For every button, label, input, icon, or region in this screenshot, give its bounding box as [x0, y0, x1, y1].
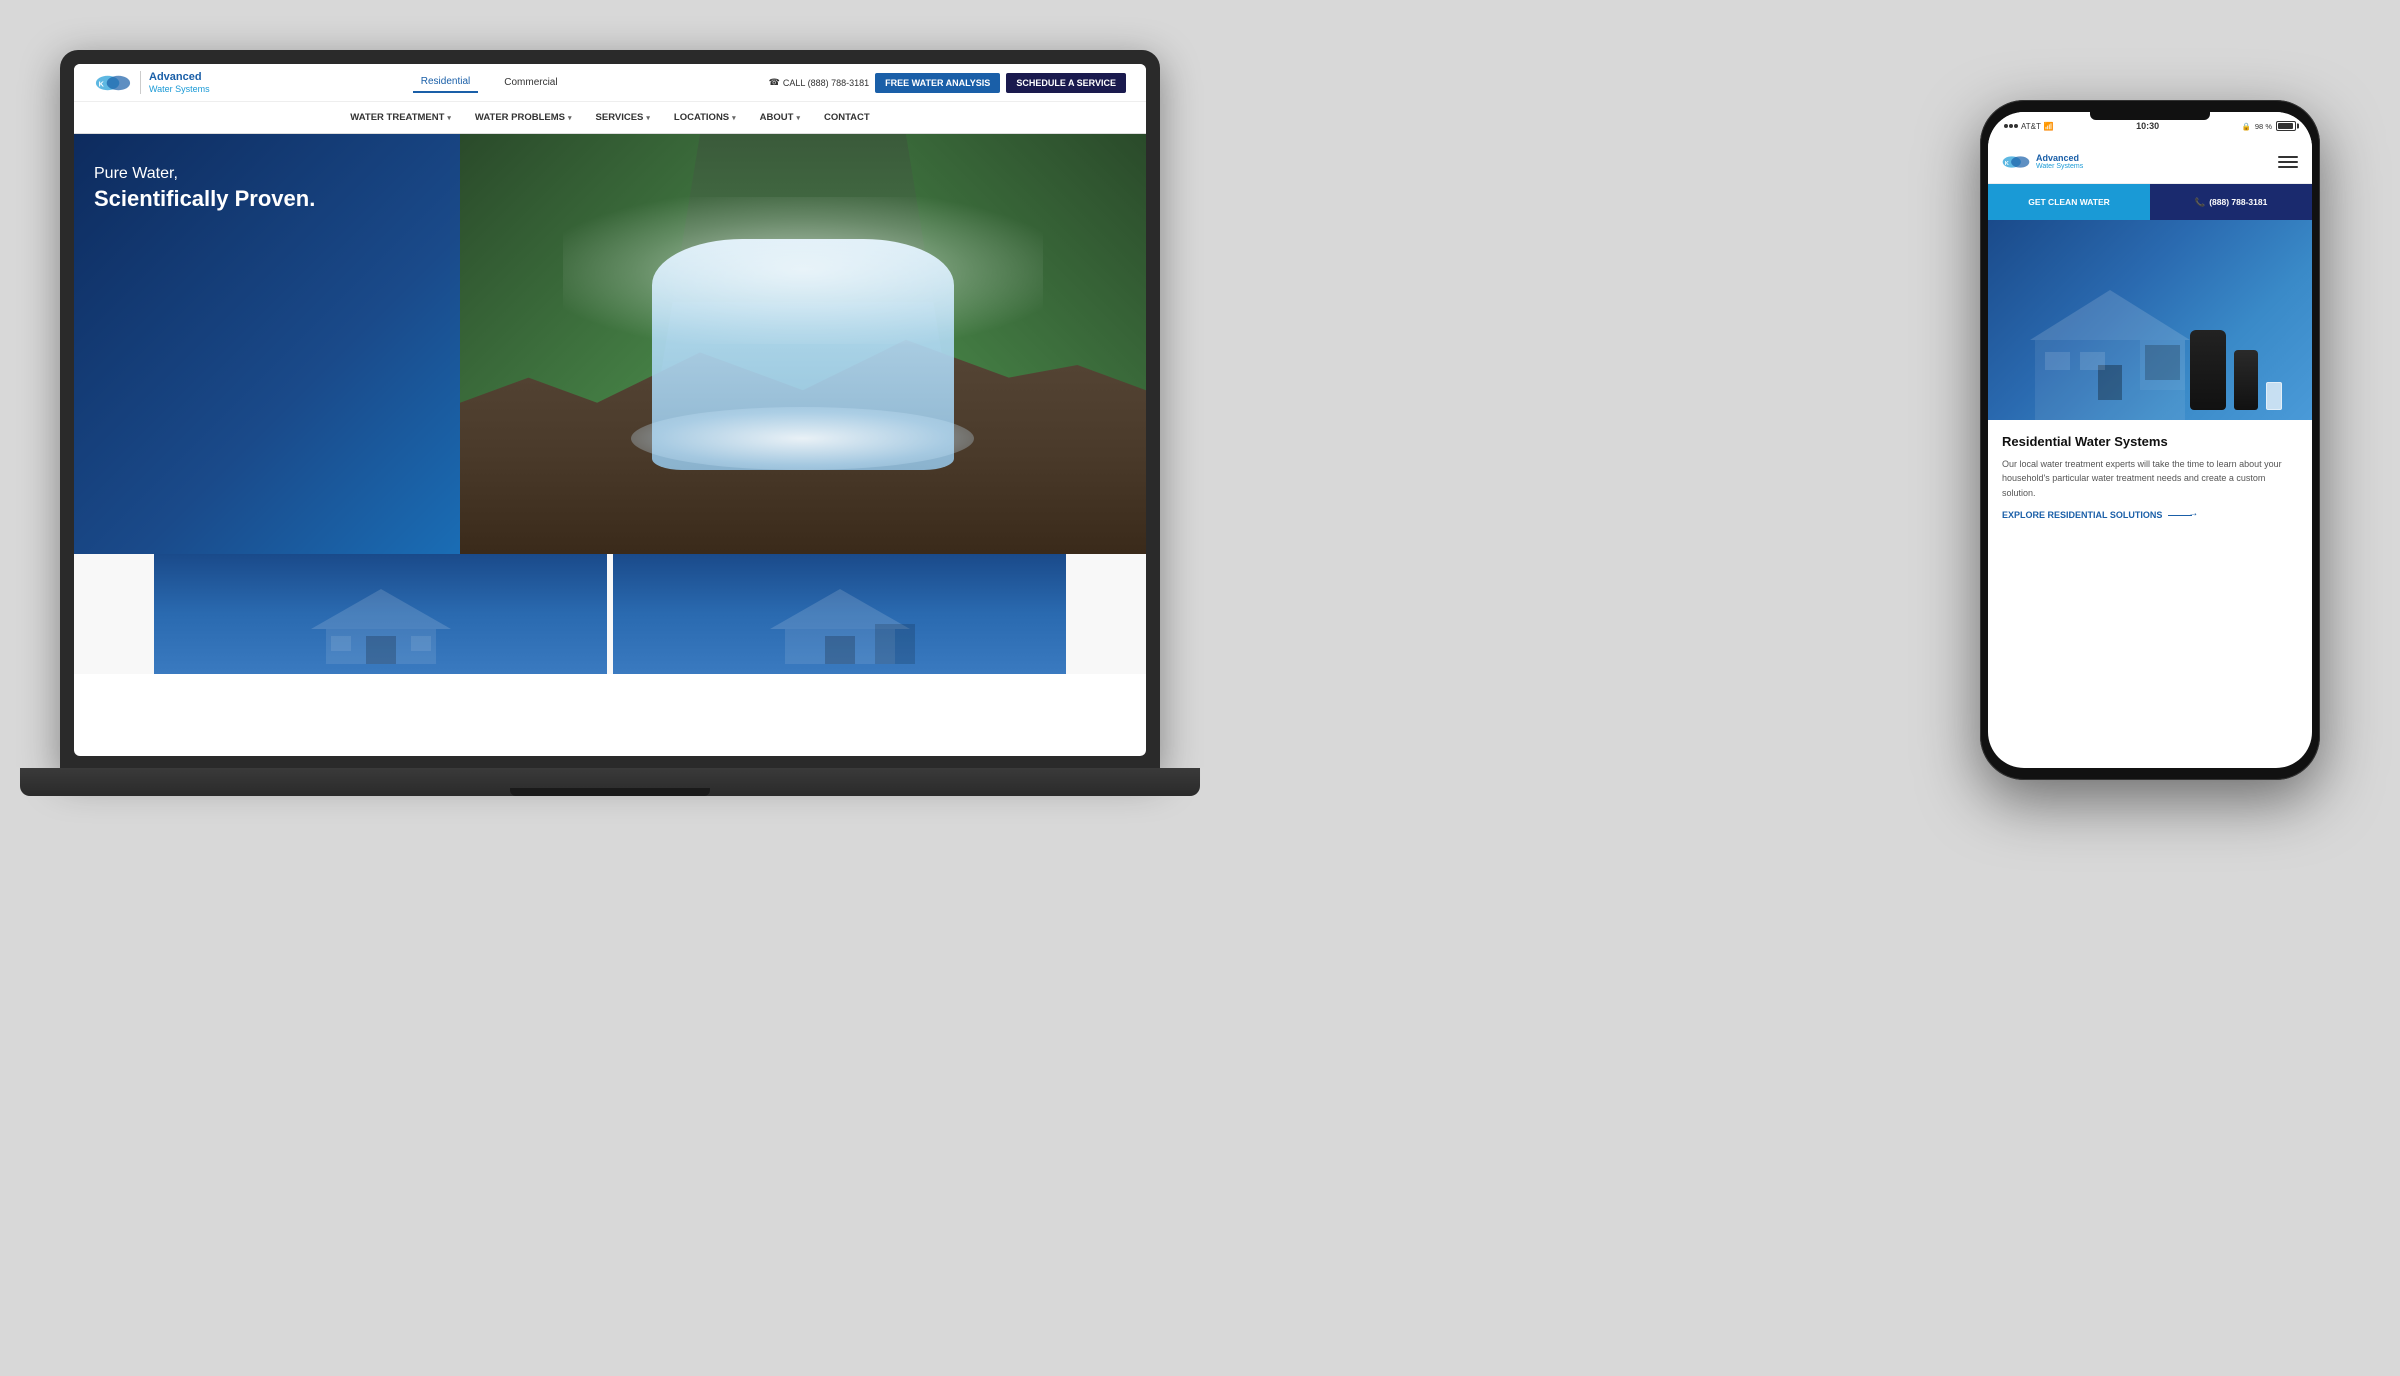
battery-fill: [2278, 123, 2293, 129]
nav-water-treatment[interactable]: WATER TREATMENT ▾: [350, 112, 451, 123]
nav-services[interactable]: SERVICES ▾: [596, 112, 650, 123]
phone-icon: ☎: [769, 77, 780, 88]
card-house-bg-1: [154, 554, 607, 674]
signal-dot: [2009, 124, 2013, 128]
site-logo-area: K Advanced Water Systems: [94, 69, 210, 97]
site-hero: Pure Water, Scientifically Proven.: [74, 134, 1146, 554]
carrier-label: AT&T: [2021, 122, 2041, 131]
wf-mist: [563, 197, 1043, 344]
phone-brand-sub: Water Systems: [2036, 163, 2083, 170]
phone-header: K Advanced Water Systems: [1988, 140, 2312, 184]
scene: K Advanced Water Systems Residential Com…: [0, 0, 2400, 1376]
topbar-center: Residential Commercial: [413, 72, 566, 93]
nav-water-problems[interactable]: WATER PROBLEMS ▾: [475, 112, 572, 123]
hero-tagline: Pure Water, Scientifically Proven.: [94, 164, 440, 213]
chevron-down-icon: ▾: [732, 114, 736, 122]
site-navbar: WATER TREATMENT ▾ WATER PROBLEMS ▾ SERVI…: [74, 102, 1146, 134]
nav-locations[interactable]: LOCATIONS ▾: [674, 112, 736, 123]
chevron-down-icon: ▾: [568, 114, 572, 122]
phone-status-left: AT&T 📶: [2004, 122, 2054, 131]
phone-screen: AT&T 📶 10:30 🔒 98 %: [1988, 112, 2312, 768]
phone-content: Residential Water Systems Our local wate…: [1988, 420, 2312, 534]
btn-get-clean-water[interactable]: GET CLEAN WATER: [1988, 184, 2150, 220]
svg-text:K: K: [99, 79, 105, 88]
phone-brand-text: Advanced Water Systems: [2036, 153, 2083, 171]
phone-cta-row: GET CLEAN WATER 📞 (888) 788-3181: [1988, 184, 2312, 220]
btn-call-phone[interactable]: 📞 (888) 788-3181: [2150, 184, 2312, 220]
nav-contact[interactable]: CONTACT: [824, 112, 870, 123]
clock-display: 10:30: [2136, 121, 2159, 131]
brand-sub: Water Systems: [149, 84, 210, 95]
wifi-icon: 📶: [2044, 122, 2054, 131]
btn-water-analysis[interactable]: FREE WATER ANALYSIS: [875, 73, 1000, 93]
product-glass: [2266, 382, 2282, 410]
phone-notch: [2090, 112, 2210, 120]
phone-hero-image: [1988, 220, 2312, 420]
site-card-1[interactable]: [154, 554, 607, 674]
phone-kinetico-logo: K: [2002, 152, 2030, 172]
product-unit-small: [2234, 350, 2258, 410]
hero-left: Pure Water, Scientifically Proven.: [74, 134, 460, 554]
btn-schedule[interactable]: SCHEDULE A SERVICE: [1006, 73, 1126, 93]
phone-call-icon: 📞: [2195, 197, 2206, 208]
product-unit-large: [2190, 330, 2226, 410]
laptop-outer: K Advanced Water Systems Residential Com…: [60, 50, 1160, 770]
phone-product-units: [2190, 330, 2282, 410]
site-brand-text: Advanced Water Systems: [140, 71, 210, 95]
chevron-down-icon: ▾: [447, 114, 451, 122]
phone-number: CALL (888) 788-3181: [783, 78, 869, 88]
phone-link[interactable]: ☎ CALL (888) 788-3181: [769, 77, 869, 88]
battery-pct: 98 %: [2255, 122, 2272, 131]
topbar-right: ☎ CALL (888) 788-3181 FREE WATER ANALYSI…: [769, 73, 1126, 93]
phone-status-right: 🔒 98 %: [2242, 121, 2296, 131]
signal-dot: [2014, 124, 2018, 128]
signal-dots: [2004, 124, 2018, 128]
site-topbar: K Advanced Water Systems Residential Com…: [74, 64, 1146, 102]
explore-residential-link[interactable]: EXPLORE RESIDENTIAL SOLUTIONS: [2002, 510, 2298, 520]
svg-text:K: K: [2005, 160, 2009, 166]
kinetico-logo: K: [94, 69, 132, 97]
phone-brand-name: Advanced: [2036, 153, 2083, 164]
waterfall-bg: [460, 134, 1146, 554]
site-cards: [74, 554, 1146, 674]
hero-right: [460, 134, 1146, 554]
tab-commercial[interactable]: Commercial: [496, 73, 565, 92]
chevron-down-icon: ▾: [796, 114, 800, 122]
phone-section-text: Our local water treatment experts will t…: [2002, 457, 2298, 500]
laptop-screen: K Advanced Water Systems Residential Com…: [74, 64, 1146, 756]
laptop-base: [20, 768, 1200, 796]
phone-section-title: Residential Water Systems: [2002, 434, 2298, 449]
battery-icon: [2276, 121, 2296, 131]
phone-device: AT&T 📶 10:30 🔒 98 %: [1980, 100, 2320, 780]
laptop: K Advanced Water Systems Residential Com…: [60, 50, 1220, 830]
wf-foam: [631, 407, 974, 470]
chevron-down-icon: ▾: [646, 114, 650, 122]
nav-about[interactable]: ABOUT ▾: [760, 112, 800, 123]
hamburger-menu-icon[interactable]: [2278, 156, 2298, 168]
brand-name: Advanced: [149, 71, 210, 84]
phone-logo-area: K Advanced Water Systems: [2002, 152, 2083, 172]
site-card-2[interactable]: [613, 554, 1066, 674]
arrow-right-icon: [2168, 515, 2192, 516]
lock-icon: 🔒: [2242, 122, 2251, 131]
tab-residential[interactable]: Residential: [413, 72, 478, 93]
card-house-bg-2: [613, 554, 1066, 674]
signal-dot: [2004, 124, 2008, 128]
phone-house-illustration: [1998, 280, 2222, 420]
